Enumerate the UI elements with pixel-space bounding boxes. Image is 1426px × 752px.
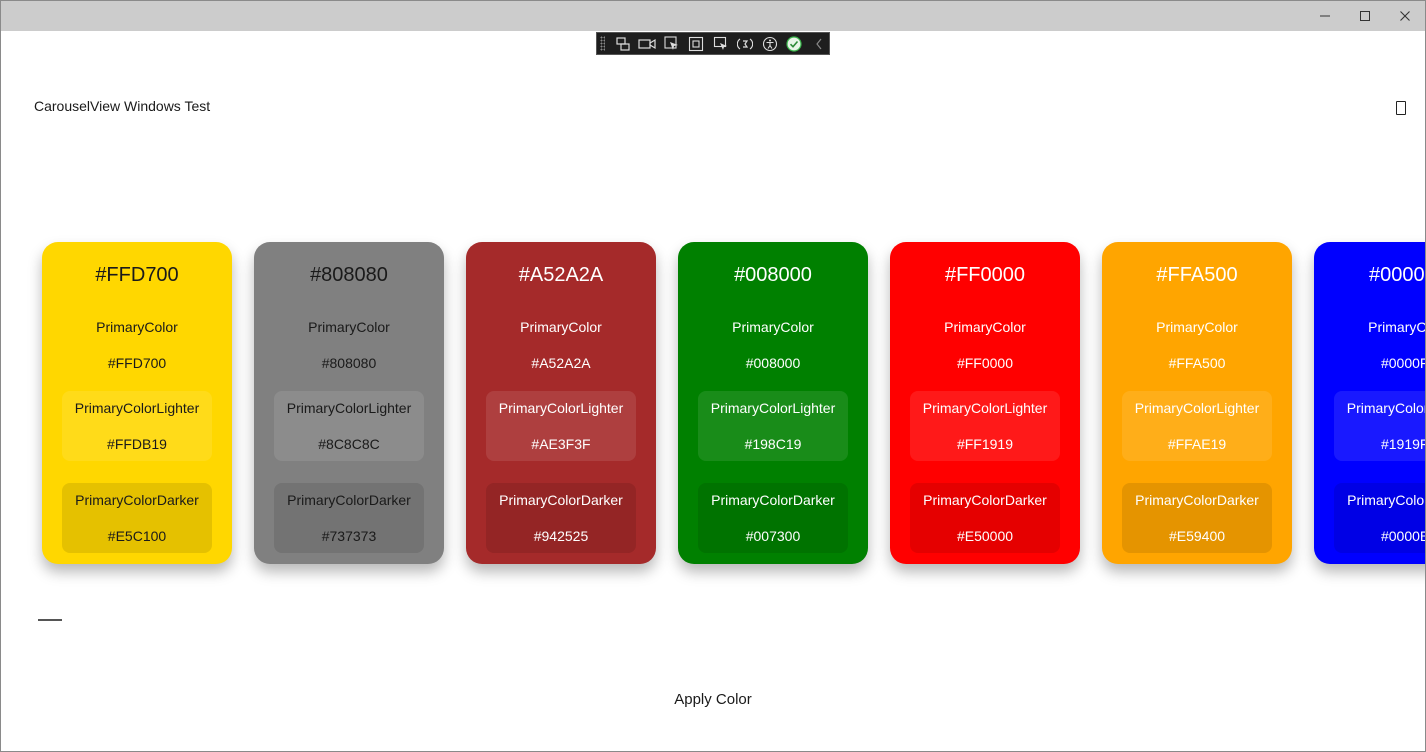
- lighter-swatch: PrimaryColorLighter #FFDB19: [62, 391, 212, 461]
- card-title: #A52A2A: [518, 264, 604, 286]
- darker-color-label: PrimaryColorDarker: [1347, 492, 1425, 508]
- darker-color-label: PrimaryColorDarker: [499, 492, 623, 508]
- primary-color-label: PrimaryColor: [308, 319, 390, 335]
- primary-color-label: PrimaryColor: [520, 319, 602, 335]
- primary-color-label: PrimaryColor: [96, 319, 178, 335]
- darker-color-value: #E59400: [1168, 528, 1226, 544]
- live-visual-tree-icon[interactable]: [613, 34, 633, 53]
- device-icon[interactable]: [1396, 101, 1406, 115]
- primary-color-label: PrimaryColor: [944, 319, 1026, 335]
- xaml-debug-toolbar: [596, 32, 830, 55]
- darker-color-value: #0000E5: [1380, 528, 1425, 544]
- primary-color-value: #FFA500: [1168, 355, 1226, 371]
- primary-color-value: #008000: [745, 355, 801, 371]
- color-card[interactable]: #A52A2A PrimaryColor #A52A2A PrimaryColorLi…: [466, 242, 656, 564]
- minimize-icon: [1320, 15, 1330, 17]
- lighter-color-label: PrimaryColorLighter: [1134, 400, 1260, 416]
- darker-color-value: #007300: [745, 528, 801, 544]
- lighter-color-label: PrimaryColorLighter: [922, 400, 1048, 416]
- darker-color-value: #E50000: [956, 528, 1014, 544]
- lighter-swatch: PrimaryColorLighter #198C19: [698, 391, 848, 461]
- darker-color-label: PrimaryColorDarker: [287, 492, 411, 508]
- primary-color-value: #808080: [321, 355, 377, 371]
- darker-swatch: PrimaryColorDarker #E50000: [910, 483, 1060, 553]
- lighter-color-value: #1919FF: [1380, 436, 1425, 452]
- color-card[interactable]: #008000 PrimaryColor #008000 PrimaryColorLi…: [678, 242, 868, 564]
- apply-color-button[interactable]: Apply Color: [674, 691, 752, 708]
- darker-swatch: PrimaryColorDarker #0000E5: [1334, 483, 1425, 553]
- app-window: CarouselView Windows Test #FFD700 Primary…: [0, 0, 1426, 752]
- check-status-icon[interactable]: [784, 34, 804, 53]
- lighter-color-value: #FF1919: [956, 436, 1014, 452]
- darker-swatch: PrimaryColorDarker #E59400: [1122, 483, 1272, 553]
- maximize-button[interactable]: [1345, 1, 1385, 31]
- record-video-icon[interactable]: [637, 34, 657, 53]
- darker-swatch: PrimaryColorDarker #E5C100: [62, 483, 212, 553]
- lighter-swatch: PrimaryColorLighter #AE3F3F: [486, 391, 636, 461]
- primary-color-value: #A52A2A: [531, 355, 591, 371]
- darker-swatch: PrimaryColorDarker #007300: [698, 483, 848, 553]
- primary-color-label: PrimaryColor: [1156, 319, 1238, 335]
- primary-color-label: PrimaryColor: [1368, 319, 1425, 335]
- collapse-toolbar-icon[interactable]: [809, 34, 829, 53]
- toolbar-grip[interactable]: [600, 36, 605, 51]
- carousel-position-indicator: [38, 619, 62, 621]
- color-card[interactable]: #FFA500 PrimaryColor #FFA500 PrimaryColorLi…: [1102, 242, 1292, 564]
- maximize-icon: [1360, 11, 1370, 21]
- lighter-color-value: #198C19: [744, 436, 802, 452]
- primary-color-value: #0000FF: [1380, 355, 1425, 371]
- lighter-swatch: PrimaryColorLighter #FFAE19: [1122, 391, 1272, 461]
- lighter-swatch: PrimaryColorLighter #8C8C8C: [274, 391, 424, 461]
- lighter-color-label: PrimaryColorLighter: [1346, 400, 1425, 416]
- lighter-color-label: PrimaryColorLighter: [498, 400, 624, 416]
- color-card[interactable]: #FF0000 PrimaryColor #FF0000 PrimaryColorLi…: [890, 242, 1080, 564]
- color-card[interactable]: #0000FF PrimaryColor #0000FF PrimaryColorLi…: [1314, 242, 1425, 564]
- minimize-button[interactable]: [1305, 1, 1345, 31]
- primary-color-label: PrimaryColor: [732, 319, 814, 335]
- lighter-color-value: #FFDB19: [107, 436, 167, 452]
- accessibility-icon[interactable]: [760, 34, 780, 53]
- lighter-swatch: PrimaryColorLighter #1919FF: [1334, 391, 1425, 461]
- card-title: #FF0000: [944, 264, 1026, 286]
- darker-color-value: #942525: [533, 528, 589, 544]
- lighter-color-label: PrimaryColorLighter: [74, 400, 200, 416]
- close-button[interactable]: [1385, 1, 1425, 31]
- darker-color-value: #737373: [321, 528, 377, 544]
- carousel-view[interactable]: #FFD700 PrimaryColor #FFD700 PrimaryColorLi…: [1, 231, 1425, 601]
- darker-color-label: PrimaryColorDarker: [711, 492, 835, 508]
- close-icon: [1400, 11, 1410, 21]
- darker-color-value: #E5C100: [107, 528, 167, 544]
- card-title: #FFD700: [95, 264, 179, 286]
- darker-swatch: PrimaryColorDarker #942525: [486, 483, 636, 553]
- lighter-color-label: PrimaryColorLighter: [710, 400, 836, 416]
- darker-color-label: PrimaryColorDarker: [1135, 492, 1259, 508]
- color-card[interactable]: #FFD700 PrimaryColor #FFD700 PrimaryColorLi…: [42, 242, 232, 564]
- card-title: #FFA500: [1156, 264, 1238, 286]
- layout-adorners-icon[interactable]: [686, 34, 706, 53]
- apply-area: Apply Color: [1, 691, 1425, 708]
- darker-color-label: PrimaryColorDarker: [923, 492, 1047, 508]
- card-title: #008000: [734, 264, 812, 286]
- lighter-swatch: PrimaryColorLighter #FF1919: [910, 391, 1060, 461]
- card-title: #0000FF: [1368, 264, 1425, 286]
- lighter-color-value: #8C8C8C: [318, 436, 380, 452]
- page-title: CarouselView Windows Test: [34, 98, 211, 114]
- lighter-color-label: PrimaryColorLighter: [286, 400, 412, 416]
- color-card[interactable]: #808080 PrimaryColor #808080 PrimaryColorLi…: [254, 242, 444, 564]
- primary-color-value: #FF0000: [956, 355, 1014, 371]
- card-title: #808080: [310, 264, 388, 286]
- select-element-icon[interactable]: [662, 34, 682, 53]
- track-focus-icon[interactable]: [711, 34, 731, 53]
- hot-reload-icon[interactable]: [735, 34, 755, 53]
- title-bar[interactable]: [1, 1, 1425, 31]
- lighter-color-value: #FFAE19: [1167, 436, 1227, 452]
- darker-swatch: PrimaryColorDarker #737373: [274, 483, 424, 553]
- primary-color-value: #FFD700: [107, 355, 167, 371]
- darker-color-label: PrimaryColorDarker: [75, 492, 199, 508]
- lighter-color-value: #AE3F3F: [531, 436, 591, 452]
